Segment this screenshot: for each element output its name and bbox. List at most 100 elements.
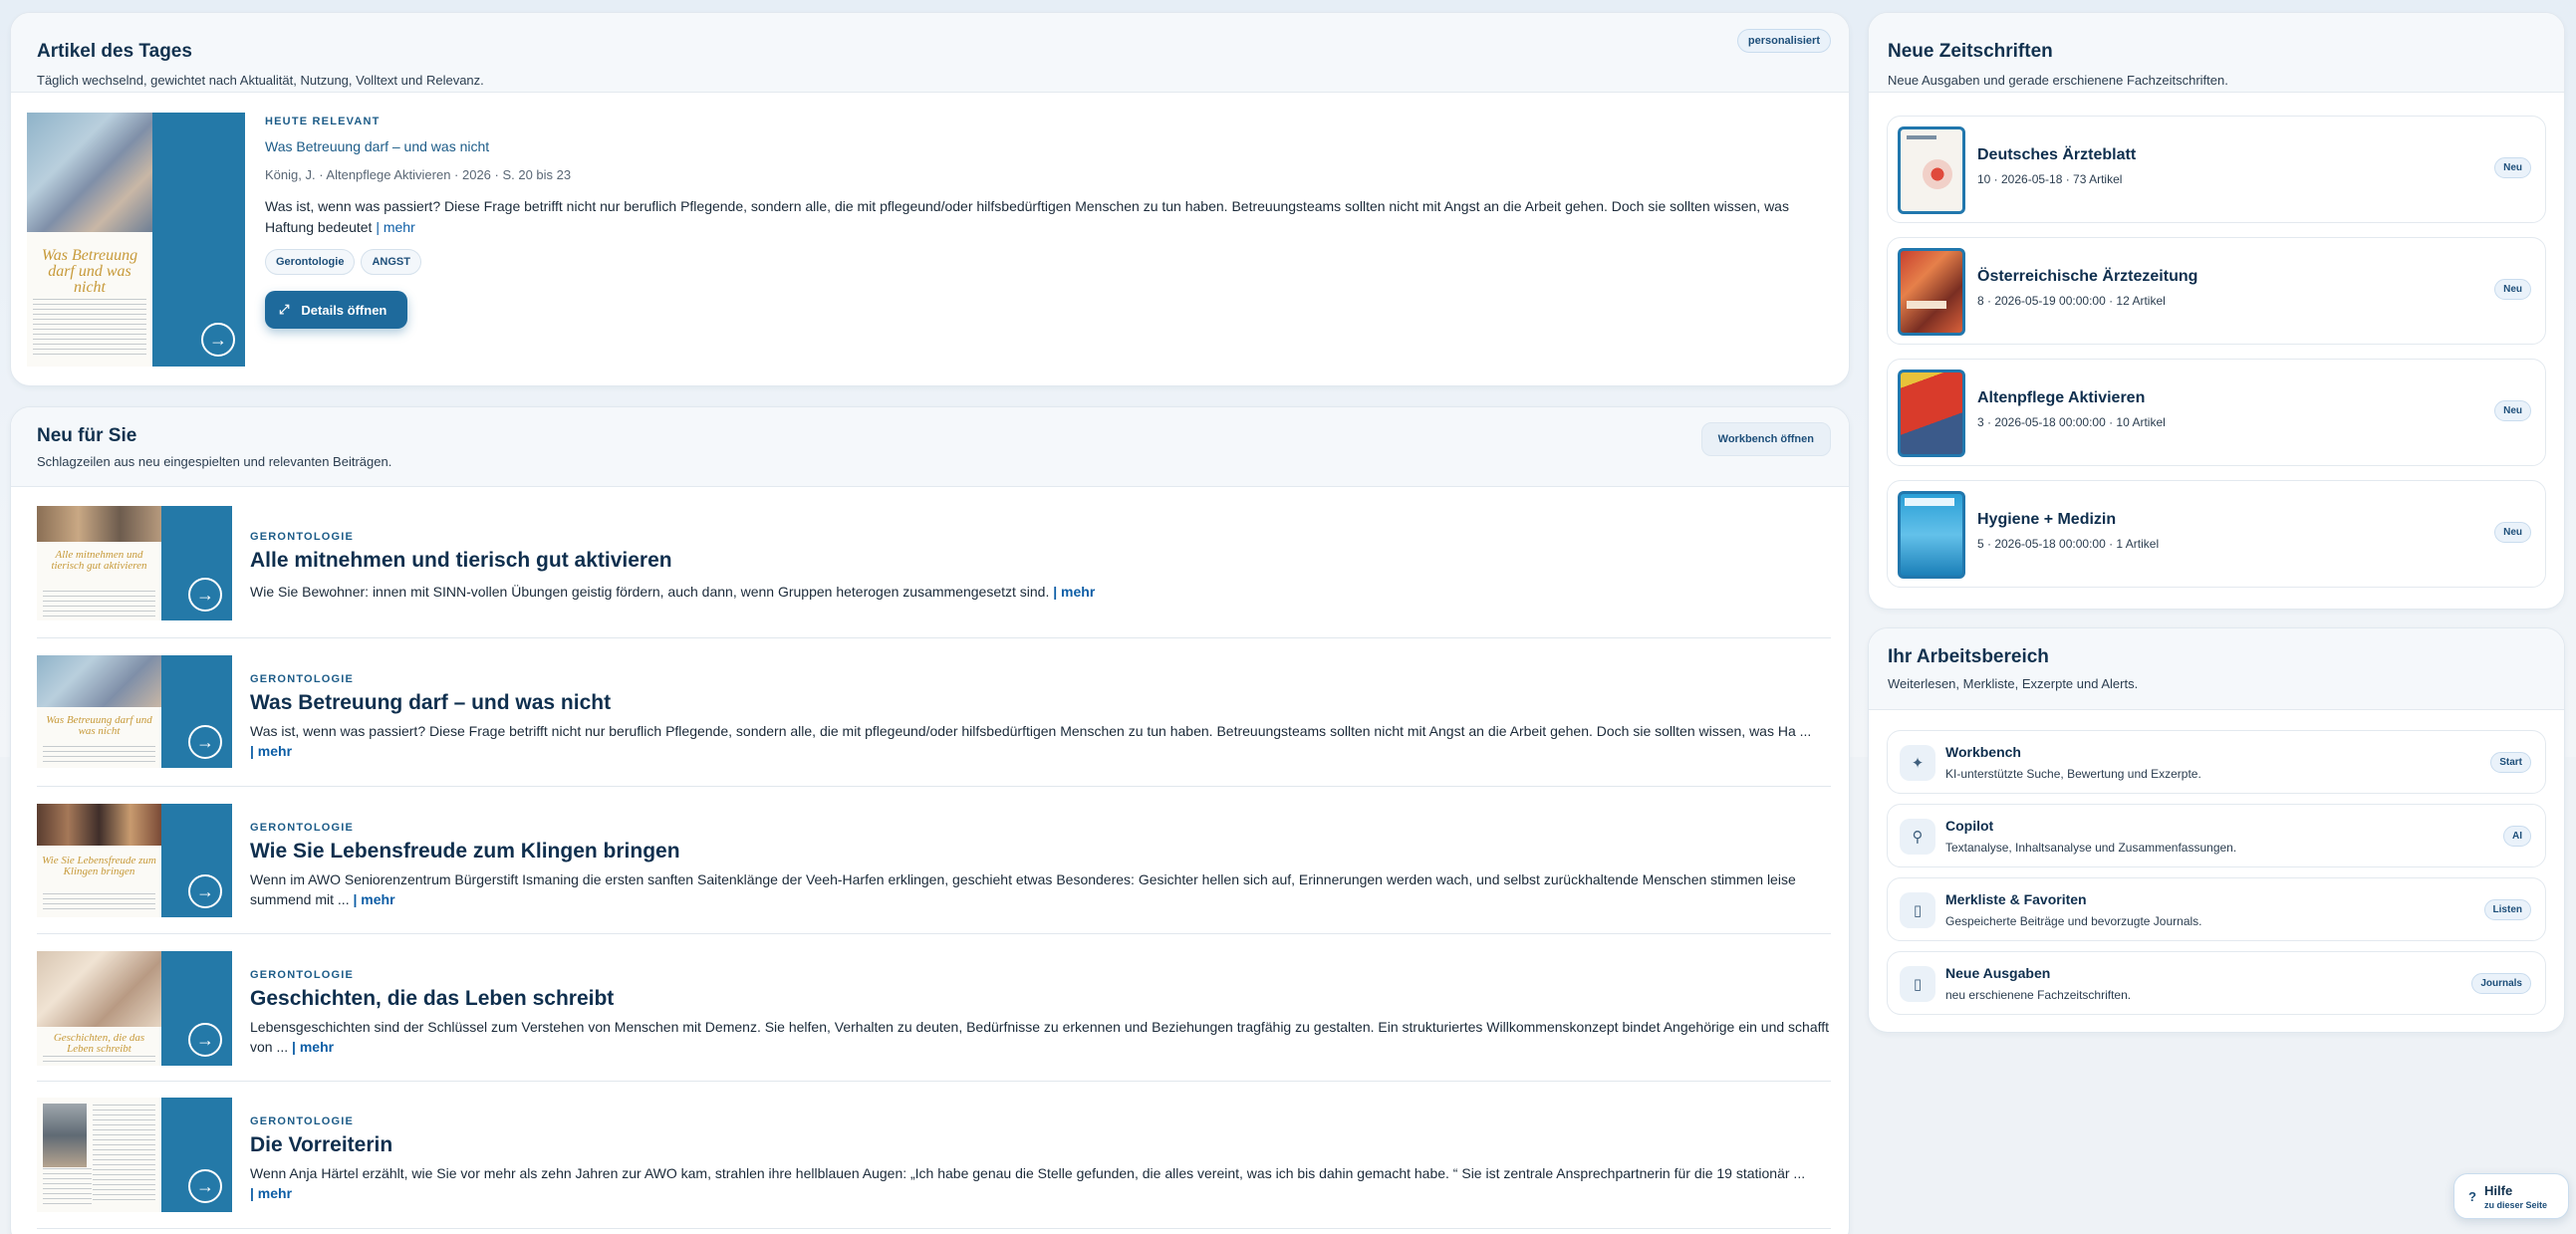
cover-label (1905, 498, 1954, 506)
magazine-page: Was Betreuung darf und was nicht (37, 655, 161, 768)
article-of-day-card: Artikel des Tages Täglich wechselnd, gew… (10, 12, 1850, 386)
workspace-card: Ihr Arbeitsbereich Weiterlesen, Merklist… (1868, 627, 2565, 1033)
workspace-item-desc: Gespeicherte Beiträge und bevorzugte Jou… (1945, 914, 2202, 928)
item-text-body: Wenn Anja Härtel erzählt, wie Sie vor me… (250, 1165, 1806, 1181)
card-subtitle: Schlagzeilen aus neu eingespielten und r… (37, 454, 392, 469)
item-kicker: GERONTOLOGIE (250, 822, 355, 834)
journal-cover (1898, 248, 1965, 336)
new-badge: Neu (2494, 400, 2531, 421)
workspace-item-copilot[interactable]: ⚲ Copilot Textanalyse, Inhaltsanalyse un… (1887, 804, 2546, 867)
list-item[interactable]: Alle mitnehmen und tierisch gut aktivier… (37, 506, 1831, 638)
card-title: Ihr Arbeitsbereich (1888, 646, 2049, 667)
more-link[interactable]: | mehr (250, 743, 292, 759)
journal-cover (1898, 491, 1965, 579)
item-title[interactable]: Alle mitnehmen und tierisch gut aktivier… (250, 549, 672, 573)
journal-title[interactable]: Deutsches Ärzteblatt (1977, 146, 2136, 164)
article-meta: König, J. · Altenpflege Aktivieren · 202… (265, 167, 572, 182)
journal-item[interactable]: Österreichische Ärztezeitung 8 · 2026-05… (1887, 237, 2546, 345)
list-item[interactable]: Geschichten, die das Leben schreibt → GE… (37, 951, 1831, 1082)
tag-gerontologie[interactable]: Gerontologie (265, 249, 356, 275)
new-badge: Neu (2494, 157, 2531, 178)
text-lines (43, 591, 155, 617)
arrow-right-icon[interactable]: → (188, 725, 222, 759)
workspace-item-workbench[interactable]: ✦ Workbench KI-unterstützte Suche, Bewer… (1887, 730, 2546, 794)
journal-title[interactable]: Österreichische Ärztezeitung (1977, 268, 2197, 286)
item-title[interactable]: Wie Sie Lebensfreude zum Klingen bringen (250, 840, 680, 864)
workspace-item-badge: Start (2490, 752, 2531, 773)
item-text-body: Wie Sie Bewohner: innen mit SINN-vollen … (250, 584, 1050, 600)
article-headline[interactable]: Was Betreuung darf – und was nicht (265, 138, 489, 154)
text-lines (43, 746, 155, 764)
photo (37, 951, 161, 1027)
card-header: Neu für Sie Schlagzeilen aus neu eingesp… (11, 407, 1849, 487)
more-link[interactable]: | mehr (250, 1185, 292, 1201)
item-kicker: GERONTOLOGIE (250, 1115, 355, 1127)
more-link[interactable]: | mehr (353, 891, 394, 907)
tag-angst[interactable]: ANGST (361, 249, 421, 275)
item-thumbnail[interactable]: → (37, 1098, 232, 1212)
cover-line (1907, 135, 1936, 139)
journal-title[interactable]: Altenpflege Aktivieren (1977, 389, 2145, 407)
item-thumbnail[interactable]: Geschichten, die das Leben schreibt → (37, 951, 232, 1066)
arrow-right-icon[interactable]: → (188, 874, 222, 908)
item-text: Was ist, wenn was passiert? Diese Frage … (250, 721, 1831, 761)
personalized-badge: personalisiert (1736, 29, 1831, 53)
help-button[interactable]: ? Hilfe zu dieser Seite (2453, 1173, 2569, 1219)
item-thumbnail[interactable]: Wie Sie Lebensfreude zum Klingen bringen… (37, 804, 232, 917)
article-thumbnail[interactable]: Was Betreuung darf und was nicht → (27, 113, 245, 367)
thumbnail-title: Wie Sie Lebensfreude zum Klingen bringen (42, 855, 156, 877)
item-thumbnail[interactable]: Alle mitnehmen und tierisch gut aktivier… (37, 506, 232, 620)
workspace-item-title: Merkliste & Favoriten (1945, 891, 2087, 907)
journal-title[interactable]: Hygiene + Medizin (1977, 511, 2116, 529)
workbench-open-button[interactable]: Workbench öffnen (1700, 422, 1831, 456)
new-for-you-card: Neu für Sie Schlagzeilen aus neu eingesp… (10, 406, 1850, 1234)
card-subtitle: Neue Ausgaben und gerade erschienene Fac… (1888, 73, 2228, 88)
card-header: Artikel des Tages Täglich wechselnd, gew… (11, 13, 1849, 93)
arrow-right-icon[interactable]: → (188, 578, 222, 612)
item-title[interactable]: Was Betreuung darf – und was nicht (250, 691, 611, 715)
item-text: Wenn im AWO Seniorenzentrum Bürgerstift … (250, 869, 1831, 909)
workspace-item-badge: AI (2503, 826, 2531, 847)
expand-icon: ⤢ (279, 302, 290, 317)
item-text-body: Wenn im AWO Seniorenzentrum Bürgerstift … (250, 871, 1796, 907)
thumbnail-title: Was Betreuung darf und was nicht (46, 714, 152, 737)
magazine-page (37, 1098, 161, 1212)
item-text-body: Was ist, wenn was passiert? Diese Frage … (250, 723, 1812, 739)
card-title: Artikel des Tages (37, 41, 192, 62)
item-text: Wie Sie Bewohner: innen mit SINN-vollen … (250, 582, 1831, 602)
workspace-item-merkliste[interactable]: ▯ Merkliste & Favoriten Gespeicherte Bei… (1887, 877, 2546, 941)
journal-meta: 10 · 2026-05-18 · 73 Artikel (1977, 172, 2123, 186)
sparkle-icon: ✦ (1900, 745, 1935, 781)
workspace-item-title: Neue Ausgaben (1945, 965, 2051, 981)
workspace-item-title: Workbench (1945, 744, 2021, 760)
photo (37, 804, 161, 846)
list-item[interactable]: Wie Sie Lebensfreude zum Klingen bringen… (37, 804, 1831, 934)
magazine-page: Alle mitnehmen und tierisch gut aktivier… (37, 506, 161, 620)
item-title[interactable]: Die Vorreiterin (250, 1133, 392, 1157)
more-link[interactable]: | mehr (1053, 584, 1095, 600)
list-item[interactable]: → GERONTOLOGIE Die Vorreiterin Wenn Anja… (37, 1098, 1831, 1229)
journal-cover (1898, 126, 1965, 214)
item-text-body: Lebensgeschichten sind der Schlüssel zum… (250, 1019, 1830, 1055)
text-lines (93, 1105, 155, 1204)
arrow-right-icon[interactable]: → (201, 323, 235, 357)
item-title[interactable]: Geschichten, die das Leben schreibt (250, 987, 614, 1011)
arrow-right-icon[interactable]: → (188, 1023, 222, 1057)
help-icon: ? (2468, 1189, 2476, 1204)
more-link[interactable]: | mehr (376, 219, 414, 235)
workspace-item-neue-ausgaben[interactable]: ▯ Neue Ausgaben neu erschienene Fachzeit… (1887, 951, 2546, 1015)
journal-item[interactable]: Deutsches Ärzteblatt 10 · 2026-05-18 · 7… (1887, 116, 2546, 223)
help-label: Hilfe (2484, 1183, 2513, 1198)
journal-item[interactable]: Hygiene + Medizin 5 · 2026-05-18 00:00:0… (1887, 480, 2546, 588)
more-link[interactable]: | mehr (292, 1039, 334, 1055)
journal-item[interactable]: Altenpflege Aktivieren 3 · 2026-05-18 00… (1887, 359, 2546, 466)
card-subtitle: Weiterlesen, Merkliste, Exzerpte und Ale… (1888, 676, 2139, 691)
text-lines (33, 299, 146, 359)
help-sublabel: zu dieser Seite (2484, 1200, 2548, 1210)
thumbnail-title: Geschichten, die das Leben schreibt (53, 1032, 145, 1055)
workspace-item-title: Copilot (1945, 818, 1994, 834)
details-button[interactable]: ⤢ Details öffnen (265, 291, 407, 329)
list-item[interactable]: Was Betreuung darf und was nicht → GERON… (37, 655, 1831, 787)
arrow-right-icon[interactable]: → (188, 1169, 222, 1203)
item-thumbnail[interactable]: Was Betreuung darf und was nicht → (37, 655, 232, 768)
